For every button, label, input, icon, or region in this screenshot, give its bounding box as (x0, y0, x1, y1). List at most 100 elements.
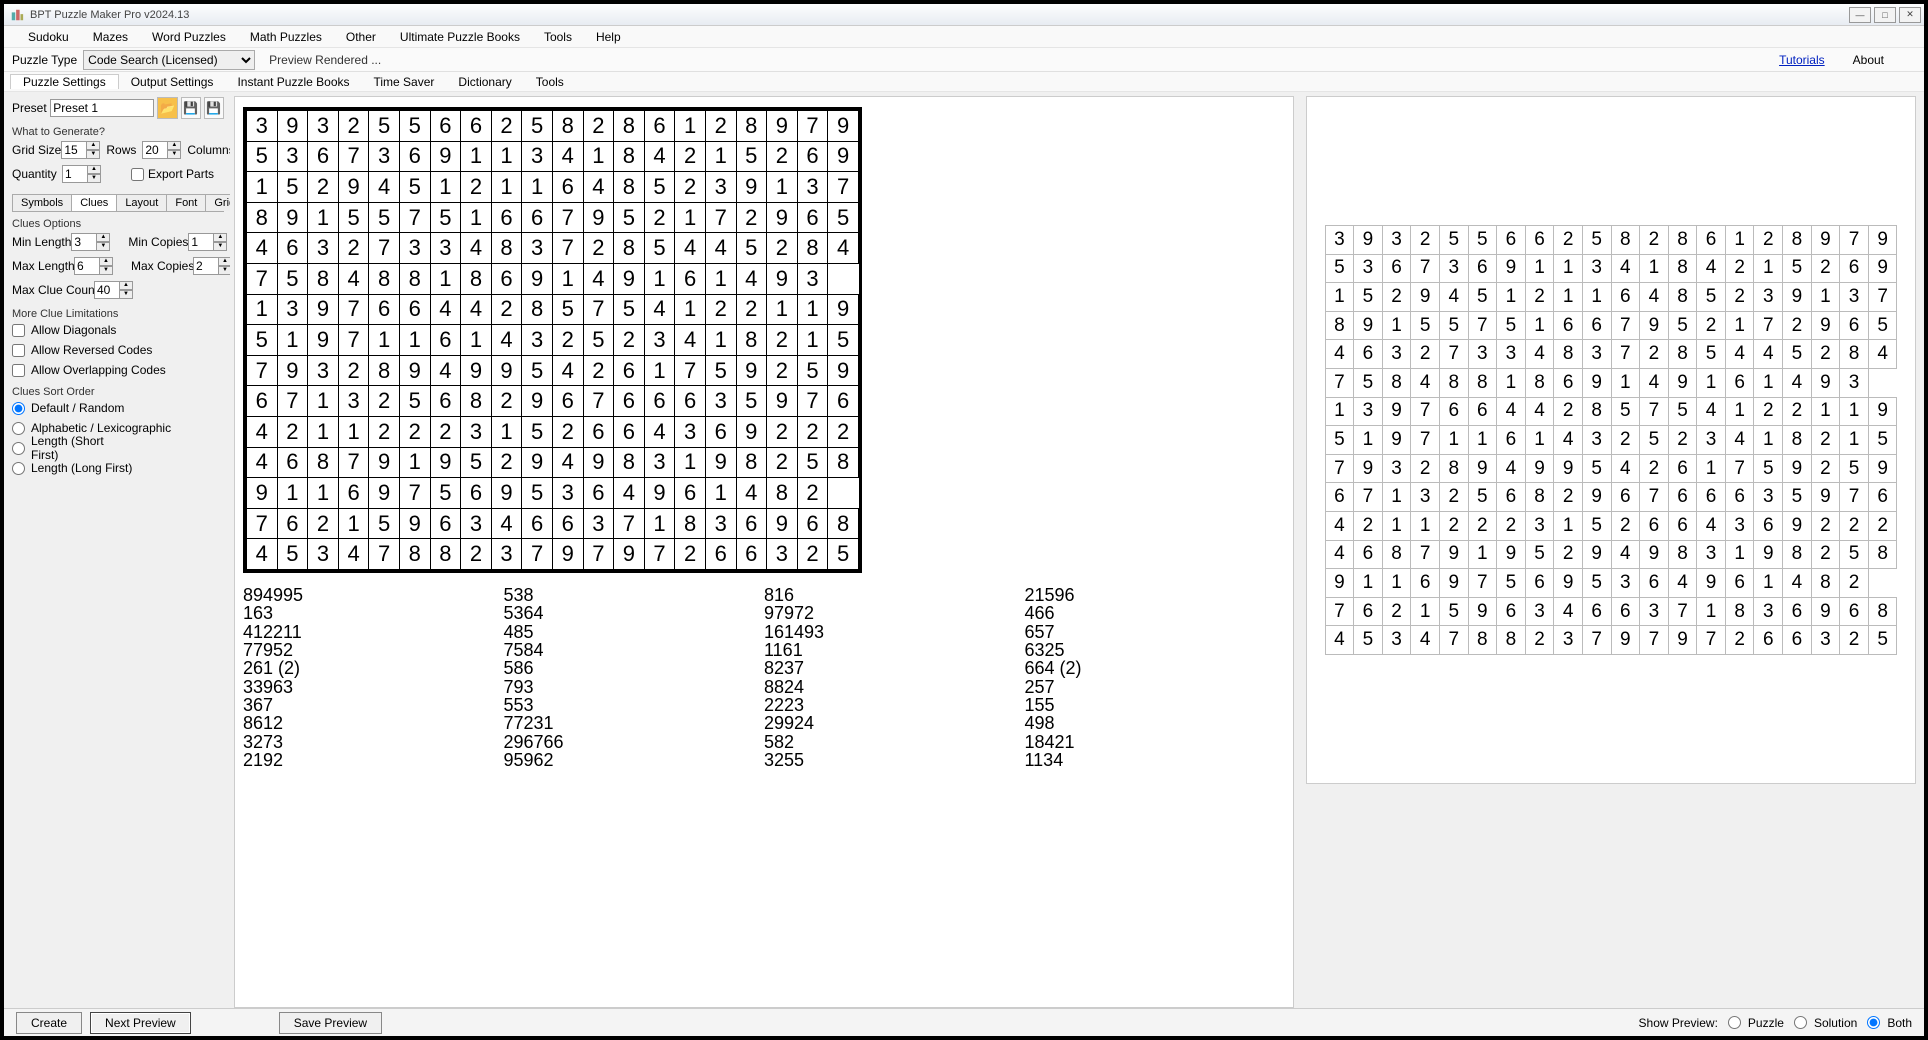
solution-grid: 3932556625828612897953673691134184215269… (1325, 225, 1898, 655)
save-preset-button[interactable]: 💾 (181, 97, 201, 119)
cols-up[interactable]: ▲ (167, 141, 181, 150)
allow-reversed-checkbox[interactable] (12, 344, 25, 357)
show-preview-label: Show Preview: (1639, 1016, 1718, 1030)
settings-panel: Preset 📂 💾 💾 What to Generate? Grid Size… (4, 92, 230, 1008)
max-length-label: Max Length (12, 259, 74, 273)
min-copies-input[interactable] (188, 233, 214, 251)
create-button[interactable]: Create (16, 1012, 82, 1034)
clue-item: 161493 (764, 623, 1025, 641)
cols-down[interactable]: ▼ (167, 150, 181, 159)
subtab-symbols[interactable]: Symbols (12, 194, 72, 211)
app-icon (10, 8, 24, 22)
close-button[interactable]: ✕ (1899, 7, 1921, 23)
next-preview-button[interactable]: Next Preview (90, 1012, 191, 1034)
grid-size-label: Grid Size (12, 143, 61, 157)
preset-label: Preset (12, 101, 50, 115)
menu-mazes[interactable]: Mazes (81, 30, 140, 44)
clue-item: 33963 (243, 678, 504, 696)
show-puzzle-radio[interactable] (1728, 1016, 1741, 1029)
menu-ultimate-puzzle-books[interactable]: Ultimate Puzzle Books (388, 30, 532, 44)
tab-instant-puzzle-books[interactable]: Instant Puzzle Books (225, 75, 361, 89)
maximize-button[interactable]: □ (1874, 7, 1896, 23)
max-length-input[interactable] (74, 257, 100, 275)
preset-input[interactable] (50, 99, 154, 117)
clue-item: 412211 (243, 623, 504, 641)
menu-other[interactable]: Other (334, 30, 388, 44)
menu-help[interactable]: Help (584, 30, 633, 44)
max-clue-input[interactable] (94, 281, 120, 299)
clue-item: 466 (1025, 604, 1286, 622)
qty-down[interactable]: ▼ (87, 174, 101, 183)
subtab-font[interactable]: Font (166, 194, 206, 211)
menu-math-puzzles[interactable]: Math Puzzles (238, 30, 334, 44)
open-preset-button[interactable]: 📂 (157, 97, 177, 119)
clue-item: 894995 (243, 586, 504, 604)
tab-dictionary[interactable]: Dictionary (446, 75, 523, 89)
show-solution-radio[interactable] (1794, 1016, 1807, 1029)
rows-label: Rows (106, 143, 136, 157)
menu-sudoku[interactable]: Sudoku (16, 30, 81, 44)
tab-time-saver[interactable]: Time Saver (362, 75, 447, 89)
clue-item: 553 (504, 696, 765, 714)
clue-item: 5364 (504, 604, 765, 622)
puzzle-type-select[interactable]: Code Search (Licensed) (83, 50, 255, 70)
rows-input[interactable] (61, 141, 87, 159)
puzzle-preview-panel: 3932556625828612897953673691134184215269… (230, 92, 1302, 1008)
rows-up[interactable]: ▲ (86, 141, 100, 150)
clue-item: 2223 (764, 696, 1025, 714)
clue-item: 582 (764, 733, 1025, 751)
minimize-button[interactable]: — (1849, 7, 1871, 23)
tab-puzzle-settings[interactable]: Puzzle Settings (10, 74, 119, 89)
clue-item: 586 (504, 659, 765, 677)
sort-default-radio[interactable] (12, 402, 25, 415)
clue-item: 77231 (504, 714, 765, 732)
clue-item: 6325 (1025, 641, 1286, 659)
clue-item: 7584 (504, 641, 765, 659)
more-limits-label: More Clue Limitations (12, 308, 224, 320)
sort-order-label: Clues Sort Order (12, 386, 224, 398)
subtab-clues[interactable]: Clues (71, 194, 117, 211)
qty-up[interactable]: ▲ (87, 165, 101, 174)
footer: Create Next Preview Save Preview Show Pr… (4, 1008, 1924, 1036)
clue-item: 97972 (764, 604, 1025, 622)
titlebar: BPT Puzzle Maker Pro v2024.13 — □ ✕ (4, 4, 1924, 26)
clue-item: 257 (1025, 678, 1286, 696)
puzzle-grid: 3932556625828612897953673691134184215269… (243, 107, 862, 573)
subtab-layout[interactable]: Layout (116, 194, 167, 211)
clues-list: 89499516341221177952261 (2)3396336786123… (243, 586, 1285, 770)
max-clue-label: Max Clue Count (12, 283, 94, 297)
allow-diagonals-checkbox[interactable] (12, 324, 25, 337)
tab-tools[interactable]: Tools (524, 75, 576, 89)
max-copies-input[interactable] (193, 257, 219, 275)
menu-tools[interactable]: Tools (532, 30, 584, 44)
export-parts-checkbox[interactable] (131, 168, 144, 181)
window-title: BPT Puzzle Maker Pro v2024.13 (30, 9, 189, 21)
sort-alpha-radio[interactable] (12, 422, 25, 435)
rows-down[interactable]: ▼ (86, 150, 100, 159)
tab-output-settings[interactable]: Output Settings (119, 75, 226, 89)
menu-word-puzzles[interactable]: Word Puzzles (140, 30, 238, 44)
export-parts-label: Export Parts (148, 167, 214, 181)
cols-input[interactable] (142, 141, 168, 159)
sort-long-radio[interactable] (12, 462, 25, 475)
status-text: Preview Rendered ... (269, 53, 381, 67)
max-copies-label: Max Copies (131, 259, 193, 273)
saveas-preset-button[interactable]: 💾 (204, 97, 224, 119)
sort-short-radio[interactable] (12, 442, 25, 455)
min-length-input[interactable] (71, 233, 97, 251)
save-preview-button[interactable]: Save Preview (279, 1012, 382, 1034)
tutorials-link[interactable]: Tutorials (1779, 53, 1825, 67)
clue-item: 8612 (243, 714, 504, 732)
allow-overlap-checkbox[interactable] (12, 364, 25, 377)
about-link[interactable]: About (1853, 53, 1884, 67)
clue-item: 498 (1025, 714, 1286, 732)
show-both-radio[interactable] (1867, 1016, 1880, 1029)
min-copies-label: Min Copies (128, 235, 188, 249)
clue-item: 816 (764, 586, 1025, 604)
clue-item: 3255 (764, 751, 1025, 769)
clue-item: 2192 (243, 751, 504, 769)
quantity-input[interactable] (62, 165, 88, 183)
toolbar: Puzzle Type Code Search (Licensed) Previ… (4, 48, 1924, 72)
clue-item: 21596 (1025, 586, 1286, 604)
clue-item: 163 (243, 604, 504, 622)
